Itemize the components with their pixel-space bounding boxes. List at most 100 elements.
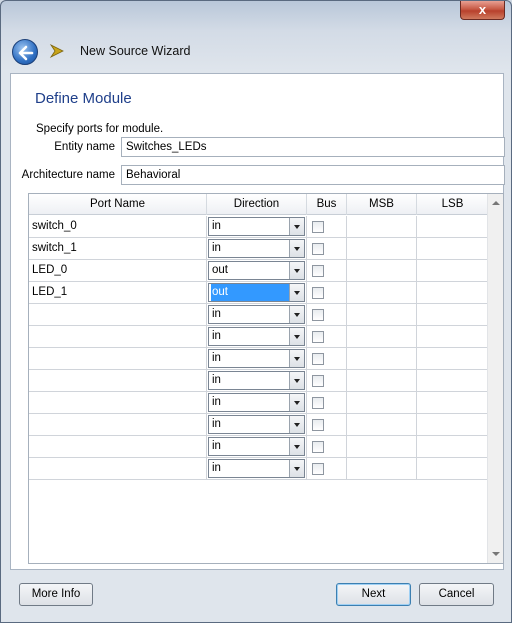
direction-select[interactable]: in (208, 327, 305, 346)
lsb-cell[interactable] (417, 370, 489, 392)
table-row: switch_1 in (29, 238, 489, 260)
bus-checkbox[interactable] (312, 375, 324, 387)
chevron-down-icon[interactable] (289, 306, 304, 323)
bus-checkbox[interactable] (312, 353, 324, 365)
chevron-down-icon[interactable] (289, 460, 304, 477)
wizard-arrow-icon (49, 43, 64, 59)
direction-cell: out (207, 282, 307, 304)
lsb-cell[interactable] (417, 348, 489, 370)
port-name-cell[interactable] (29, 370, 207, 392)
bus-checkbox[interactable] (312, 441, 324, 453)
direction-select[interactable]: in (208, 393, 305, 412)
chevron-down-icon[interactable] (289, 218, 304, 235)
direction-value: in (212, 418, 221, 430)
bus-checkbox[interactable] (312, 331, 324, 343)
table-row: in (29, 414, 489, 436)
msb-cell[interactable] (347, 282, 417, 304)
msb-cell[interactable] (347, 260, 417, 282)
lsb-cell[interactable] (417, 282, 489, 304)
msb-cell[interactable] (347, 216, 417, 238)
msb-cell[interactable] (347, 414, 417, 436)
scroll-down-icon[interactable] (492, 552, 500, 556)
msb-cell[interactable] (347, 304, 417, 326)
port-name-cell[interactable] (29, 348, 207, 370)
port-name-cell[interactable] (29, 304, 207, 326)
scroll-up-icon[interactable] (492, 201, 500, 205)
architecture-name-input[interactable]: Behavioral (121, 165, 505, 185)
direction-select[interactable]: out (208, 261, 305, 280)
direction-select[interactable]: out (208, 283, 305, 302)
chevron-down-icon[interactable] (289, 416, 304, 433)
direction-select[interactable]: in (208, 371, 305, 390)
direction-value: in (212, 352, 221, 364)
lsb-cell[interactable] (417, 304, 489, 326)
direction-select[interactable]: in (208, 349, 305, 368)
bus-checkbox[interactable] (312, 243, 324, 255)
bus-checkbox[interactable] (312, 309, 324, 321)
content-panel: Define Module Specify ports for module. … (10, 73, 505, 570)
lsb-cell[interactable] (417, 436, 489, 458)
next-button[interactable]: Next (336, 583, 411, 606)
chevron-down-icon[interactable] (289, 394, 304, 411)
lsb-cell[interactable] (417, 392, 489, 414)
close-button[interactable]: x (460, 1, 505, 20)
chevron-down-icon[interactable] (289, 284, 304, 301)
port-name-cell[interactable] (29, 326, 207, 348)
direction-select[interactable]: in (208, 459, 305, 478)
direction-cell: in (207, 238, 307, 260)
lsb-cell[interactable] (417, 414, 489, 436)
port-name-cell[interactable]: switch_0 (29, 216, 207, 238)
lsb-cell[interactable] (417, 326, 489, 348)
port-name-cell[interactable] (29, 392, 207, 414)
port-name-cell[interactable] (29, 436, 207, 458)
direction-select[interactable]: in (208, 239, 305, 258)
chevron-down-icon[interactable] (289, 328, 304, 345)
lsb-cell[interactable] (417, 458, 489, 480)
port-name-cell[interactable] (29, 458, 207, 480)
direction-value: in (212, 396, 221, 408)
msb-cell[interactable] (347, 436, 417, 458)
table-row: LED_1 out (29, 282, 489, 304)
entity-name-input[interactable]: Switches_LEDs (121, 137, 505, 157)
lsb-cell[interactable] (417, 260, 489, 282)
direction-value: in (212, 308, 221, 320)
bus-cell (307, 238, 347, 260)
table-row: in (29, 304, 489, 326)
bus-checkbox[interactable] (312, 397, 324, 409)
msb-cell[interactable] (347, 348, 417, 370)
table-row: in (29, 370, 489, 392)
port-name-cell[interactable]: LED_1 (29, 282, 207, 304)
direction-select[interactable]: in (208, 217, 305, 236)
bus-checkbox[interactable] (312, 463, 324, 475)
chevron-down-icon[interactable] (289, 438, 304, 455)
direction-select[interactable]: in (208, 415, 305, 434)
direction-select[interactable]: in (208, 305, 305, 324)
chevron-down-icon[interactable] (289, 240, 304, 257)
chevron-down-icon[interactable] (289, 262, 304, 279)
msb-cell[interactable] (347, 370, 417, 392)
lsb-cell[interactable] (417, 216, 489, 238)
bus-cell (307, 370, 347, 392)
bus-checkbox[interactable] (312, 419, 324, 431)
back-button[interactable] (12, 39, 38, 65)
table-row: in (29, 326, 489, 348)
table-row: switch_0 in (29, 216, 489, 238)
cancel-button[interactable]: Cancel (419, 583, 494, 606)
lsb-cell[interactable] (417, 238, 489, 260)
back-arrow-icon (18, 45, 34, 61)
port-name-cell[interactable]: switch_1 (29, 238, 207, 260)
direction-select[interactable]: in (208, 437, 305, 456)
msb-cell[interactable] (347, 238, 417, 260)
msb-cell[interactable] (347, 458, 417, 480)
bus-checkbox[interactable] (312, 287, 324, 299)
port-name-cell[interactable] (29, 414, 207, 436)
table-scrollbar[interactable] (487, 194, 503, 563)
bus-checkbox[interactable] (312, 221, 324, 233)
more-info-button[interactable]: More Info (19, 583, 93, 606)
msb-cell[interactable] (347, 326, 417, 348)
port-name-cell[interactable]: LED_0 (29, 260, 207, 282)
chevron-down-icon[interactable] (289, 350, 304, 367)
chevron-down-icon[interactable] (289, 372, 304, 389)
bus-checkbox[interactable] (312, 265, 324, 277)
msb-cell[interactable] (347, 392, 417, 414)
